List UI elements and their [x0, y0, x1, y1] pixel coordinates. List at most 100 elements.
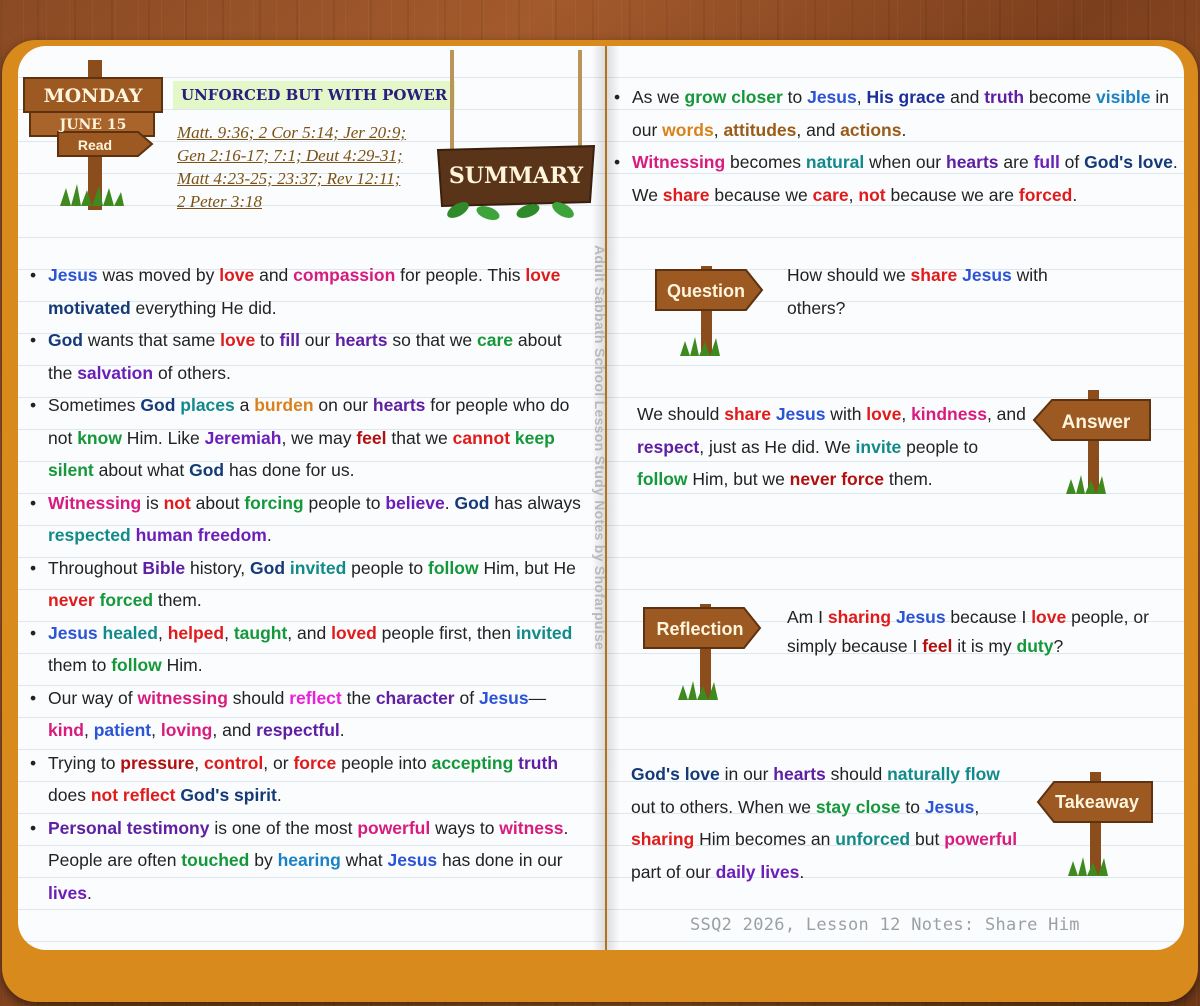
question-signpost-icon: Question — [655, 266, 764, 356]
highlighted-word: natural — [805, 152, 865, 172]
highlighted-word: reflect — [122, 785, 176, 805]
highlighted-word: witnessing — [137, 687, 228, 708]
highlighted-word: respected — [48, 525, 131, 545]
right-bullet-list: As we grow closer to Jesus, His grace an… — [614, 81, 1180, 211]
highlighted-word: daily lives — [715, 861, 800, 882]
takeaway-label: Takeaway — [1055, 792, 1139, 812]
highlighted-word: unforced — [835, 829, 911, 849]
highlighted-word: know — [77, 427, 122, 448]
highlighted-word: forced — [99, 590, 154, 610]
answer-signpost-icon: Answer — [1032, 390, 1151, 494]
highlighted-word: God — [189, 460, 225, 480]
highlighted-word: love — [220, 330, 256, 350]
highlighted-word: witness — [499, 817, 564, 838]
bullet-item: Throughout Bible history, God invited pe… — [30, 552, 590, 617]
answer-text: We should share Jesus with love, kindnes… — [637, 404, 1026, 489]
highlighted-word: grow closer — [684, 87, 783, 107]
highlighted-word: taught — [233, 622, 288, 643]
highlighted-word: pressure — [120, 752, 195, 773]
summary-sign-icon: SUMMARY — [436, 50, 596, 220]
highlighted-word: Jesus — [48, 622, 98, 643]
bullet-item: Witnessing is not about forcing people t… — [30, 487, 590, 552]
bullet-item: God wants that same love to fill our hea… — [30, 324, 590, 389]
highlighted-word: God — [454, 492, 490, 513]
highlighted-word: not — [858, 184, 886, 205]
reflection-text: Am I sharing Jesus because I love people… — [787, 607, 1149, 656]
highlighted-word: God's love — [1084, 152, 1173, 172]
bullet-item: Jesus healed, helped, taught, and loved … — [30, 617, 590, 682]
highlighted-word: naturally flow — [887, 764, 1000, 784]
reference-link[interactable]: Matt. 9:36; 2 Cor 5:14; Jer 20:9; — [177, 123, 406, 142]
reference-link[interactable]: 2 Peter 3:18 — [177, 192, 262, 211]
question-label: Question — [667, 281, 745, 301]
highlighted-word: compassion — [293, 265, 396, 285]
highlighted-word: Jeremiah — [204, 427, 282, 448]
highlighted-word: truth — [984, 87, 1025, 107]
highlighted-word: God's love — [631, 764, 720, 784]
spine-credit: Adult Sabbath School Lesson Study Notes … — [592, 245, 608, 651]
highlighted-word: not — [163, 492, 191, 513]
highlighted-word: care — [812, 184, 849, 205]
bullet-item: As we grow closer to Jesus, His grace an… — [614, 81, 1180, 146]
highlighted-word: visible — [1096, 87, 1151, 107]
takeaway-text: God's love in our hearts should naturall… — [631, 764, 1018, 882]
highlighted-word: touched — [181, 850, 250, 870]
highlighted-word: Jesus — [924, 796, 975, 817]
highlighted-word: healed — [102, 622, 158, 643]
highlighted-word: God — [140, 395, 176, 415]
highlighted-word: powerful — [944, 829, 1018, 849]
highlighted-word: love — [1031, 607, 1067, 627]
highlighted-word: sharing — [631, 829, 695, 849]
bullet-item: Jesus was moved by love and compassion f… — [30, 259, 590, 324]
reference-link[interactable]: Gen 2:16-17; 7:1; Deut 4:29-31; — [177, 146, 403, 165]
highlighted-word: Jesus — [775, 404, 826, 424]
read-label: Read — [78, 137, 112, 153]
highlighted-word: character — [375, 687, 455, 708]
highlighted-word: hearts — [773, 764, 826, 784]
highlighted-word: invite — [855, 436, 902, 457]
topic-title: UNFORCED BUT WITH POWER — [173, 81, 456, 109]
highlighted-word: hearing — [277, 850, 341, 870]
highlighted-word: care — [477, 330, 514, 350]
highlighted-word: forced — [1018, 184, 1073, 205]
highlighted-word: force — [293, 752, 337, 773]
highlighted-word: not — [90, 785, 119, 805]
highlighted-word: share — [910, 265, 958, 285]
highlighted-word: Bible — [142, 557, 186, 578]
highlighted-word: Jesus — [895, 607, 946, 627]
bullet-item: Witnessing becomes natural when our hear… — [614, 146, 1180, 211]
highlighted-word: duty — [1016, 636, 1054, 656]
highlighted-word: Witnessing — [48, 492, 142, 513]
day-signpost-icon: MONDAY JUNE 15 Read — [23, 60, 163, 210]
highlighted-word: actions — [840, 119, 902, 140]
highlighted-word: helped — [167, 622, 225, 643]
highlighted-word: Jesus — [962, 265, 1012, 285]
bullet-item: Trying to pressure, control, or force pe… — [30, 747, 590, 812]
question-text: How should we share Jesus with others? — [787, 265, 1048, 318]
highlighted-word: His grace — [866, 87, 946, 107]
highlighted-word: salvation — [77, 362, 154, 383]
highlighted-word: powerful — [357, 817, 431, 838]
reference-link[interactable]: Matt 4:23-25; 23:37; Rev 12:11; — [177, 169, 400, 188]
reflection-signpost-icon: Reflection — [643, 604, 762, 700]
highlighted-word: feel — [922, 636, 953, 656]
highlighted-word: God's spirit — [180, 785, 277, 805]
takeaway-signpost-icon: Takeaway — [1036, 772, 1153, 876]
highlighted-word: share — [662, 184, 710, 205]
highlighted-word: God — [48, 330, 83, 350]
highlighted-word: follow — [637, 469, 688, 489]
highlighted-word: control — [203, 752, 264, 773]
highlighted-word: Jesus — [478, 687, 529, 708]
highlighted-word: Witnessing — [632, 152, 726, 172]
highlighted-word: patient — [93, 720, 152, 740]
footer-caption: SSQ2 2026, Lesson 12 Notes: Share Him — [690, 915, 1080, 935]
highlighted-word: loving — [160, 720, 213, 740]
left-bullet-list: Jesus was moved by love and compassion f… — [30, 259, 590, 909]
highlighted-word: hearts — [372, 395, 426, 415]
highlighted-word: love — [525, 265, 561, 285]
scripture-references: Matt. 9:36; 2 Cor 5:14; Jer 20:9; Gen 2:… — [177, 121, 437, 213]
highlighted-word: motivated — [48, 297, 131, 318]
highlighted-word: never — [48, 590, 95, 610]
highlighted-word: respectful — [256, 720, 340, 740]
highlighted-word: human freedom — [135, 525, 267, 545]
